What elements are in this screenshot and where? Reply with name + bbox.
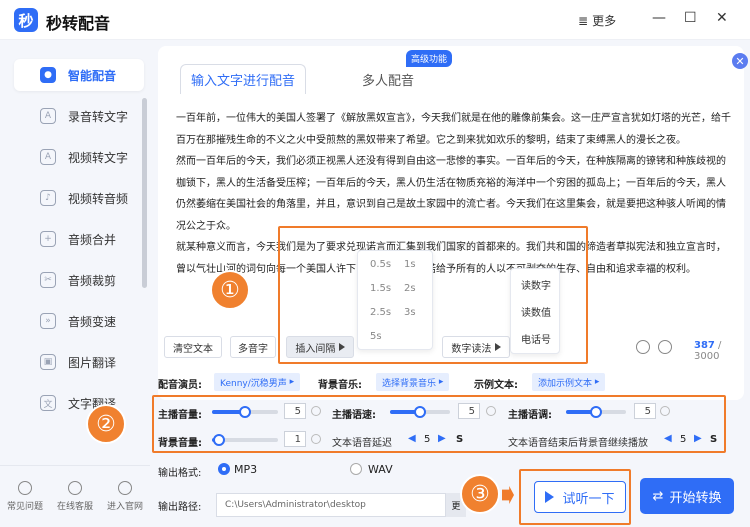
sidebar-item-text-translate[interactable]: 文文字翻译 <box>14 387 144 419</box>
char-used: 387 <box>694 340 715 351</box>
annotation-box-2 <box>152 395 726 453</box>
minimize-icon[interactable]: — <box>652 10 666 26</box>
sidebar-item-label: 智能配音 <box>68 68 117 83</box>
annotation-box-1 <box>278 226 588 364</box>
start-label: 开始转换 <box>669 490 722 506</box>
home-icon <box>118 481 132 495</box>
sidebar-item-label: 音频变速 <box>68 314 117 329</box>
sample-value: 添加示例文本 <box>538 378 593 389</box>
bgm-select[interactable]: 选择背景音乐 ▸ <box>376 373 450 391</box>
voice-label: 配音演员: <box>158 380 202 391</box>
mp3-radio[interactable] <box>218 463 230 475</box>
video-audio-icon: ♪ <box>40 190 56 206</box>
sidebar-item-image-translate[interactable]: ▣ 图片翻译 <box>14 346 144 378</box>
sidebar: ● 智能配音 A 录音转文字 A 视频转文字 ♪ 视频转音频 + 音频合并 ✂ 音频裁剪 »… <box>0 40 150 527</box>
bgm-value: 选择背景音乐 <box>382 378 437 389</box>
start-convert-button[interactable]: ⇄ 开始转换 <box>640 478 734 514</box>
sample-label: 示例文本: <box>474 380 518 391</box>
sidebar-item-audio-speed[interactable]: » 音频变速 <box>14 305 144 337</box>
wav-label: WAV <box>368 463 393 476</box>
path-label: 输出路径: <box>158 502 202 513</box>
format-label: 输出格式: <box>158 468 202 479</box>
sidebar-item-video-to-audio[interactable]: ♪ 视频转音频 <box>14 182 144 214</box>
annotation-box-3 <box>519 469 631 525</box>
faq-link[interactable]: 常见问题 <box>0 466 50 527</box>
scissors-icon: ✂ <box>40 272 56 288</box>
annotation-badge-3: ③ <box>460 474 500 514</box>
annotation-badge-1: ① <box>210 270 250 310</box>
layers-icon: ≣ <box>578 13 589 28</box>
question-icon <box>18 481 32 495</box>
sidebar-bottom: 常见问题 在线客服 进入官网 <box>0 465 150 527</box>
record-icon: A <box>40 108 56 124</box>
paragraph: 一百年前，一位伟大的美国人签署了《解放黑奴宣言》，今天我们就是在他的雕像前集会。… <box>176 113 731 146</box>
sidebar-scrollbar[interactable] <box>142 98 147 288</box>
mp3-label: MP3 <box>234 463 258 476</box>
close-icon[interactable]: ✕ <box>716 10 728 26</box>
char-counter: 387 / 3000 <box>694 340 744 362</box>
more-label: 更多 <box>592 14 617 28</box>
sidebar-item-audio-merge[interactable]: + 音频合并 <box>14 223 144 255</box>
tab-multi-voice[interactable]: 多人配音 <box>328 64 448 94</box>
wav-radio[interactable] <box>350 463 362 475</box>
polyphone-button[interactable]: 多音字 <box>230 336 276 358</box>
clear-text-button[interactable]: 清空文本 <box>164 336 222 358</box>
website-link[interactable]: 进入官网 <box>100 466 150 527</box>
paragraph: 然而一百年后的今天，我们必须正视黑人还没有得到自由这一悲惨的事实。一百年后的今天… <box>176 156 726 232</box>
sidebar-item-label: 音频合并 <box>68 232 117 247</box>
output-path-input[interactable]: C:\Users\Administrator\desktop <box>216 493 446 517</box>
speed-icon: » <box>40 313 56 329</box>
tab-input-text[interactable]: 输入文字进行配音 <box>180 64 306 94</box>
support-link[interactable]: 在线客服 <box>50 466 100 527</box>
close-panel-icon[interactable]: ✕ <box>732 53 748 69</box>
sample-select[interactable]: 添加示例文本 ▸ <box>532 373 606 391</box>
annotation-badge-2: ② <box>86 404 126 444</box>
chat-icon <box>68 481 82 495</box>
sidebar-item-video-to-text[interactable]: A 视频转文字 <box>14 141 144 173</box>
voice-value: Kenny/沉稳男声 <box>220 378 287 389</box>
support-label: 在线客服 <box>56 502 93 512</box>
link-icon[interactable] <box>636 340 650 354</box>
image-icon: ▣ <box>40 354 56 370</box>
app-logo: 秒 <box>14 8 38 32</box>
website-label: 进入官网 <box>106 502 143 512</box>
undo-icon[interactable] <box>658 340 672 354</box>
voice-select[interactable]: Kenny/沉稳男声 ▸ <box>214 373 301 391</box>
sidebar-item-record-to-text[interactable]: A 录音转文字 <box>14 100 144 132</box>
sidebar-item-label: 录音转文字 <box>68 109 129 124</box>
faq-label: 常见问题 <box>6 502 43 512</box>
translate-icon: 文 <box>40 395 56 411</box>
bgm-label: 背景音乐: <box>318 380 362 391</box>
more-menu[interactable]: ≣ 更多 <box>578 12 616 29</box>
sidebar-item-label: 视频转文字 <box>68 150 129 165</box>
advanced-badge: 高级功能 <box>406 50 453 67</box>
video-text-icon: A <box>40 149 56 165</box>
sidebar-item-label: 视频转音频 <box>68 191 129 206</box>
app-title: 秒转配音 <box>46 14 111 33</box>
sidebar-item-audio-cut[interactable]: ✂ 音频裁剪 <box>14 264 144 296</box>
convert-icon: ⇄ <box>652 488 664 504</box>
sidebar-item-label: 音频裁剪 <box>68 273 117 288</box>
microphone-icon: ● <box>40 67 56 83</box>
merge-icon: + <box>40 231 56 247</box>
sidebar-item-label: 图片翻译 <box>68 355 117 370</box>
title-bar: 秒 秒转配音 ≣ 更多 — ☐ ✕ <box>0 0 750 40</box>
sidebar-item-smart-dub[interactable]: ● 智能配音 <box>14 59 144 91</box>
maximize-icon[interactable]: ☐ <box>684 10 697 26</box>
